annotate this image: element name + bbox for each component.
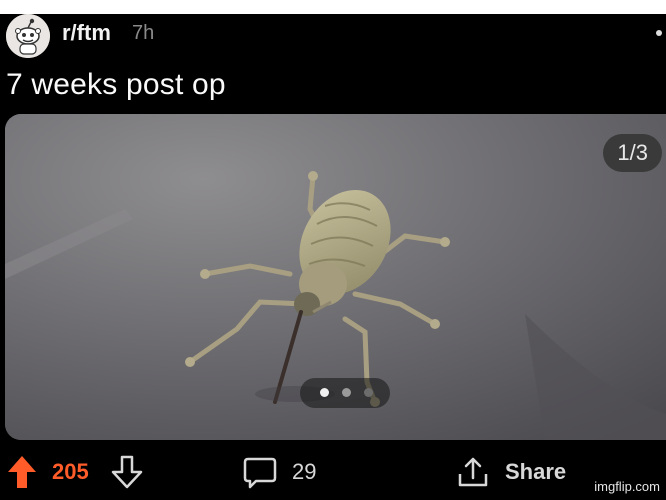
upvote-count: 205 [52, 459, 89, 484]
upvote-count-wrap: 205 [52, 444, 89, 500]
media-counter: 1/3 [603, 134, 662, 172]
carousel-dot-2[interactable] [342, 388, 351, 397]
comments-button[interactable]: 29 [242, 444, 316, 500]
carousel-dot-1[interactable] [320, 388, 329, 397]
carousel-dot-3[interactable] [364, 388, 373, 397]
post-media[interactable]: 1/3 [5, 114, 666, 440]
reddit-avatar-icon [6, 14, 50, 58]
post-title[interactable]: 7 weeks post op [6, 68, 226, 102]
share-button[interactable]: Share [455, 444, 566, 500]
more-options-icon[interactable] [656, 30, 662, 36]
comment-bubble-icon [243, 457, 277, 489]
share-label: Share [505, 459, 567, 484]
upvote-arrow-icon [8, 456, 36, 488]
post-age: 7h [132, 22, 155, 44]
downvote-arrow-icon [111, 455, 143, 489]
carousel-indicator[interactable] [300, 378, 390, 408]
subreddit-avatar[interactable] [6, 14, 50, 58]
subreddit-name[interactable]: r/ftm [62, 20, 111, 46]
post-actions: 205 29 Share [0, 444, 666, 500]
share-icon [458, 457, 488, 487]
post-header: r/ftm 7h [0, 14, 666, 62]
downvote-button[interactable] [110, 444, 144, 500]
top-strip [0, 0, 666, 14]
comment-count: 29 [292, 459, 317, 484]
watermark: imgflip.com [594, 479, 660, 494]
upvote-button[interactable] [6, 444, 38, 500]
